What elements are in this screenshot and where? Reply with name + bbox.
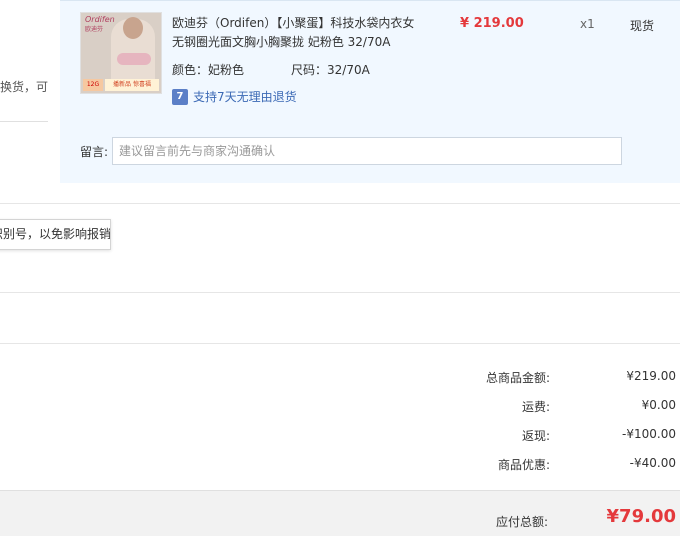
summary-value: -¥100.00 [622, 427, 676, 441]
section-divider [0, 292, 680, 293]
product-title[interactable]: 欧迪芬（Ordifen）【小聚蛋】科技水袋内衣女无钢圈光面文胸小胸聚拢 妃粉色 … [172, 14, 422, 52]
seven-day-return-icon: 7 [172, 89, 188, 105]
summary-value: -¥40.00 [629, 456, 676, 470]
thumbnail-badge-left: 12G [83, 79, 103, 91]
left-divider [0, 121, 48, 122]
summary-row: 返现: -¥100.00 [400, 427, 676, 445]
summary-value: ¥0.00 [641, 398, 676, 412]
color-label: 颜色： [172, 63, 209, 77]
thumbnail-badge-right: 播新品 惊喜福 [105, 79, 159, 91]
left-info-text: 换货，可 [0, 80, 49, 94]
summary-row: 总商品金额: ¥219.00 [400, 369, 676, 387]
color-value: 妃粉色 [208, 63, 245, 77]
remark-label: 留言: [80, 145, 109, 159]
size-attribute: 尺码：32/70A [291, 61, 370, 78]
stock-status: 现货 [630, 19, 655, 33]
item-price: ¥ 219.00 [460, 16, 524, 31]
section-divider [0, 343, 680, 344]
thumbnail-brand-text: Ordifen [85, 15, 115, 24]
summary-value: ¥219.00 [626, 369, 676, 383]
total-bar [0, 490, 680, 536]
product-bra [117, 53, 151, 65]
summary-label: 运费: [521, 400, 550, 414]
summary-label: 返现: [521, 429, 550, 443]
remark-input[interactable] [112, 137, 622, 165]
size-value: 32/70A [327, 63, 370, 77]
color-attribute: 颜色：妃粉色 [172, 61, 244, 78]
total-label: 应付总额: [495, 515, 548, 529]
summary-label: 商品优惠: [497, 458, 550, 472]
tooltip-text: 识别号，以免影响报销 [0, 227, 111, 241]
thumbnail-brand-sub: 欧迪芬 [85, 26, 104, 33]
product-thumbnail[interactable]: Ordifen 欧迪芬 12G 播新品 惊喜福 [80, 12, 162, 94]
return-policy-link[interactable]: 支持7天无理由退货 [193, 89, 297, 105]
invoice-tooltip: 识别号，以免影响报销 [0, 219, 111, 250]
size-label: 尺码： [291, 63, 328, 77]
summary-row: 运费: ¥0.00 [400, 398, 676, 416]
summary-row: 商品优惠: -¥40.00 [400, 456, 676, 474]
section-divider [0, 203, 680, 204]
model-head [123, 17, 143, 39]
total-amount: ¥79.00 [606, 506, 676, 527]
item-quantity: x1 [580, 17, 595, 31]
summary-label: 总商品金额: [485, 371, 550, 385]
